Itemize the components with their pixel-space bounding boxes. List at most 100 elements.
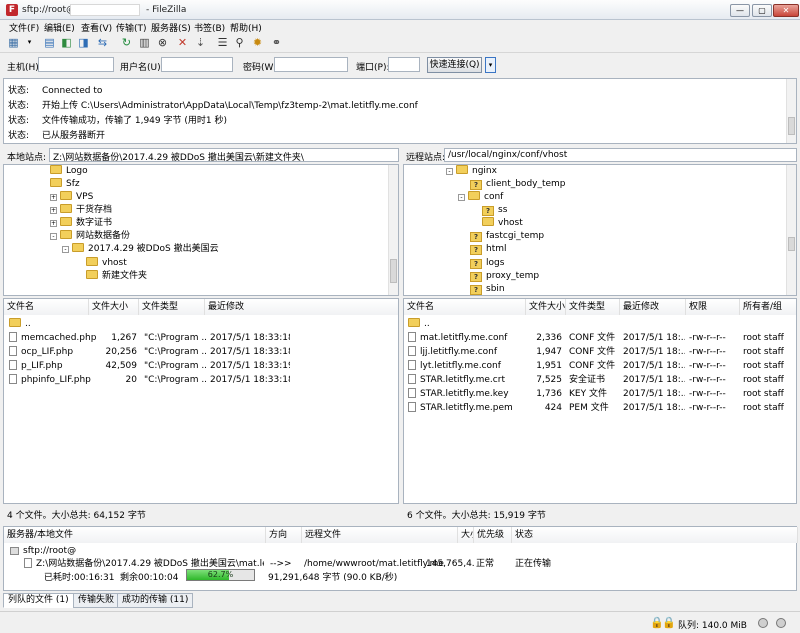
log-scrollbar[interactable]: [786, 79, 796, 143]
tree-item[interactable]: 新建文件夹: [86, 270, 147, 283]
table-row[interactable]: STAR.letitfly.me.crt 7,525 安全证书 2017/5/1…: [404, 373, 788, 387]
site-manager-dropdown-icon[interactable]: ▾: [22, 35, 37, 50]
tree-item[interactable]: - nginx: [446, 165, 497, 178]
compare-directories-icon[interactable]: ⚲: [232, 35, 247, 50]
quickconnect-history-dropdown[interactable]: ▾: [485, 57, 496, 73]
table-row[interactable]: p_LIF.php 42,509 "C:\Program ... 2017/5/…: [4, 359, 390, 373]
column-header-modified[interactable]: 最近修改: [620, 299, 686, 315]
collapse-icon[interactable]: -: [50, 233, 57, 240]
column-header-permissions[interactable]: 权限: [686, 299, 740, 315]
local-path-input[interactable]: Z:\网站数据备份\2017.4.29 被DDoS 撤出美国云\新建文件夹\: [49, 148, 399, 162]
column-header-owner[interactable]: 所有者/组: [740, 299, 796, 315]
remote-directory-tree[interactable]: - nginx ? client_body_temp - conf ? ss vhost…: [403, 164, 797, 296]
tree-item[interactable]: vhost: [482, 217, 523, 230]
filezilla-app-icon[interactable]: F: [6, 4, 18, 16]
queue-column-direction[interactable]: 方向: [266, 527, 302, 543]
host-input[interactable]: [38, 57, 114, 72]
table-row[interactable]: ljj.letitfly.me.conf 1,947 CONF 文件 2017/…: [404, 345, 788, 359]
table-row[interactable]: mat.letitfly.me.conf 2,336 CONF 文件 2017/…: [404, 331, 788, 345]
column-header-modified[interactable]: 最近修改: [205, 299, 398, 315]
tree-item[interactable]: + 数字证书: [50, 217, 112, 230]
password-input[interactable]: [274, 57, 348, 72]
tree-item[interactable]: ? html: [470, 243, 507, 256]
column-header-filename[interactable]: 文件名: [404, 299, 526, 315]
remote-path-input[interactable]: /usr/local/nginx/conf/vhost: [444, 148, 797, 162]
process-queue-icon[interactable]: ▥: [137, 35, 152, 50]
tree-item[interactable]: Sfz: [50, 178, 80, 191]
queue-column-remote-file[interactable]: 远程文件: [302, 527, 458, 543]
local-file-list[interactable]: 文件名 文件大小 文件类型 最近修改 .. memcached.php 1,26…: [3, 298, 399, 504]
folder-icon: [60, 191, 72, 200]
local-tree-scrollbar[interactable]: [388, 165, 398, 295]
table-row[interactable]: STAR.letitfly.me.key 1,736 KEY 文件 2017/5…: [404, 387, 788, 401]
toggle-local-tree-icon[interactable]: ◧: [59, 35, 74, 50]
toggle-log-icon[interactable]: ▤: [42, 35, 57, 50]
table-row[interactable]: ..: [4, 317, 390, 331]
tree-item[interactable]: ? sbin: [470, 283, 505, 295]
queue-server-row[interactable]: sftp://root@: [4, 544, 304, 558]
table-row[interactable]: ..: [404, 317, 788, 331]
tab-failed-transfers[interactable]: 传输失败: [73, 593, 120, 608]
tree-item[interactable]: ? logs: [470, 257, 504, 270]
port-input[interactable]: [388, 57, 420, 72]
tree-item[interactable]: -2017.4.29 被DDoS 撤出美国云: [62, 243, 219, 256]
tree-item[interactable]: ? proxy_temp: [470, 270, 539, 283]
sync-browsing-icon[interactable]: ✹: [250, 35, 265, 50]
column-header-size[interactable]: 文件大小: [526, 299, 566, 315]
tree-item[interactable]: Logo: [50, 165, 88, 178]
queue-column-size[interactable]: 大小: [458, 527, 474, 543]
tree-item[interactable]: vhost: [86, 257, 127, 270]
tree-item[interactable]: ? fastcgi_temp: [470, 230, 544, 243]
quickconnect-button[interactable]: 快速连接(Q): [427, 57, 482, 73]
expand-icon[interactable]: +: [50, 220, 57, 227]
tree-item[interactable]: ? client_body_temp: [470, 178, 566, 191]
close-button[interactable]: ✕: [773, 4, 799, 17]
tab-queued-files[interactable]: 列队的文件 (1): [3, 593, 74, 608]
message-log[interactable]: 状态: Connected to 状态: 开始上传 C:\Users\Adminis…: [3, 78, 797, 144]
tree-item[interactable]: - conf: [458, 191, 503, 204]
transfer-queue[interactable]: 服务器/本地文件 方向 远程文件 大小 优先级 状态 sftp://root@ …: [3, 526, 798, 591]
username-input[interactable]: [161, 57, 233, 72]
expand-icon[interactable]: +: [50, 194, 57, 201]
refresh-icon[interactable]: ↻: [119, 35, 134, 50]
local-directory-tree[interactable]: Logo Sfz + VPS + 干货存档 + 数字证书 - 网站数据备份 -2017.…: [3, 164, 399, 296]
directory-listing-filter-icon[interactable]: ☰: [215, 35, 230, 50]
tree-item[interactable]: + VPS: [50, 191, 93, 204]
maximize-button[interactable]: ▢: [752, 4, 772, 17]
table-row[interactable]: STAR.letitfly.me.pem 424 PEM 文件 2017/5/1…: [404, 401, 788, 415]
minimize-button[interactable]: —: [730, 4, 750, 17]
search-remote-files-icon[interactable]: ⚭: [269, 35, 284, 50]
tree-item[interactable]: - 网站数据备份: [50, 230, 130, 243]
column-header-filename[interactable]: 文件名: [4, 299, 89, 315]
queue-item-row[interactable]: Z:\网站数据备份\2017.4.29 被DDoS 撤出美国云\mat.leti…: [4, 557, 798, 571]
queue-column-status[interactable]: 状态: [512, 527, 798, 543]
site-manager-icon[interactable]: ▦: [6, 35, 21, 50]
toggle-queue-icon[interactable]: ⇆: [95, 35, 110, 50]
collapse-icon[interactable]: -: [446, 168, 453, 175]
pem-file-icon: [408, 402, 416, 412]
collapse-icon[interactable]: -: [458, 194, 465, 201]
log-scrollbar-thumb[interactable]: [788, 117, 795, 135]
disconnect-icon[interactable]: ✕: [175, 35, 190, 50]
local-tree-scrollbar-thumb[interactable]: [390, 259, 397, 283]
queue-column-priority[interactable]: 优先级: [474, 527, 512, 543]
table-row[interactable]: ocp_LIF.php 20,256 "C:\Program ... 2017/…: [4, 345, 390, 359]
expand-icon[interactable]: +: [50, 207, 57, 214]
toggle-remote-tree-icon[interactable]: ◨: [76, 35, 91, 50]
column-header-size[interactable]: 文件大小: [89, 299, 139, 315]
column-header-type[interactable]: 文件类型: [566, 299, 620, 315]
remote-tree-scrollbar-thumb[interactable]: [788, 237, 795, 251]
tab-successful-transfers[interactable]: 成功的传输 (11): [117, 593, 194, 608]
collapse-icon[interactable]: -: [62, 246, 69, 253]
tree-item[interactable]: + 干货存档: [50, 204, 112, 217]
queue-column-local-file[interactable]: 服务器/本地文件: [4, 527, 266, 543]
tree-item[interactable]: ? ss: [482, 204, 507, 217]
remote-tree-scrollbar[interactable]: [786, 165, 796, 295]
column-header-type[interactable]: 文件类型: [139, 299, 205, 315]
table-row[interactable]: memcached.php 1,267 "C:\Program ... 2017…: [4, 331, 390, 345]
cancel-operation-icon[interactable]: ⊗: [155, 35, 170, 50]
table-row[interactable]: lyt.letitfly.me.conf 1,951 CONF 文件 2017/…: [404, 359, 788, 373]
table-row[interactable]: phpinfo_LIF.php 20 "C:\Program ... 2017/…: [4, 373, 390, 387]
remote-file-list[interactable]: 文件名 文件大小 文件类型 最近修改 权限 所有者/组 .. mat.letit…: [403, 298, 797, 504]
reconnect-icon[interactable]: ⇣: [193, 35, 208, 50]
